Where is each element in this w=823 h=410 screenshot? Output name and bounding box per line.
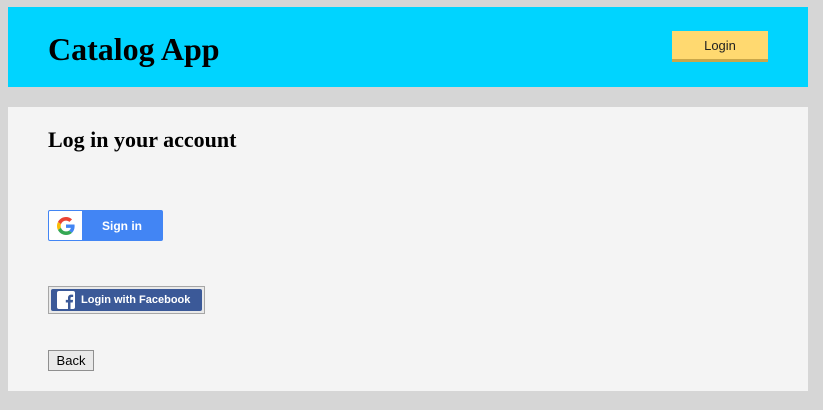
google-icon [49,211,82,240]
header-login-button[interactable]: Login [672,31,768,62]
facebook-icon [57,291,75,309]
app-title: Catalog App [48,31,220,67]
login-panel: Log in your account Sign in Login with F… [8,107,808,391]
facebook-login-label: Login with Facebook [81,294,191,306]
google-sign-in-button[interactable]: Sign in [48,210,163,241]
back-button[interactable]: Back [48,350,94,371]
page-title: Log in your account [48,127,237,152]
facebook-login-button[interactable]: Login with Facebook [48,286,205,314]
google-sign-in-label: Sign in [102,218,142,233]
app-header: Catalog App Login [8,7,808,87]
facebook-login-inner: Login with Facebook [51,289,202,311]
